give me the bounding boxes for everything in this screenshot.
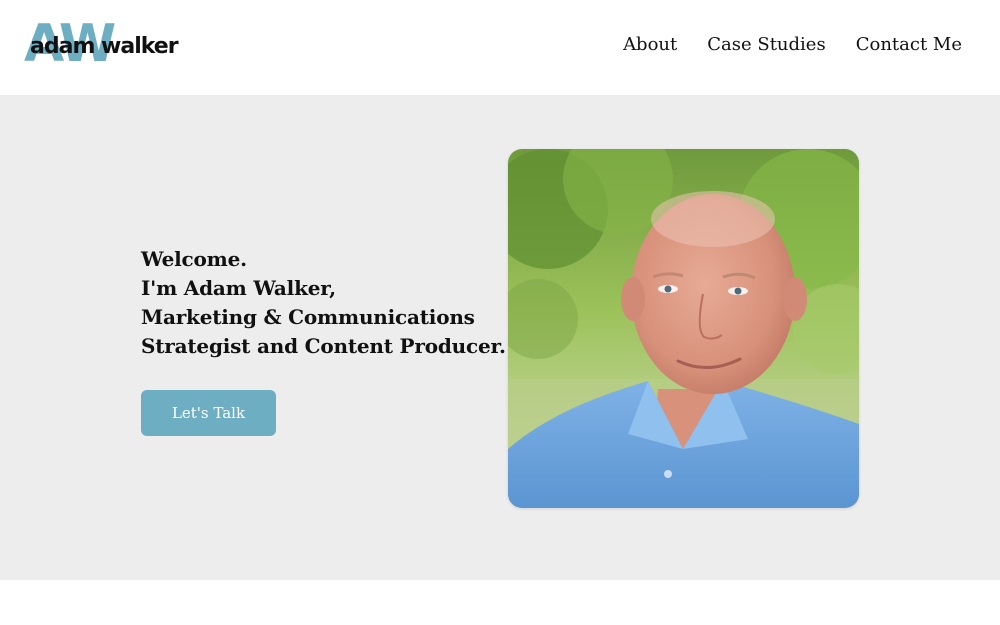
intro-line-role-1: Marketing & Communications	[141, 305, 475, 329]
main-nav: About Case Studies Contact Me	[623, 34, 962, 55]
hero-intro: Welcome. I'm Adam Walker, Marketing & Co…	[141, 245, 506, 361]
nav-link-contact-me[interactable]: Contact Me	[856, 34, 962, 55]
intro-line-role-2: Strategist and Content Producer.	[141, 334, 506, 358]
intro-line-welcome: Welcome.	[141, 247, 247, 271]
portrait-photo	[508, 149, 859, 508]
logo-name: adam walker	[30, 34, 179, 59]
hero-section: Welcome. I'm Adam Walker, Marketing & Co…	[0, 95, 1000, 580]
nav-link-about[interactable]: About	[623, 34, 677, 55]
lets-talk-button[interactable]: Let's Talk	[141, 390, 276, 436]
intro-line-name: I'm Adam Walker,	[141, 276, 336, 300]
site-header: AW adam walker About Case Studies Contac…	[0, 0, 1000, 95]
site-logo[interactable]: AW adam walker	[24, 18, 184, 72]
page-bottom-strip	[0, 580, 1000, 625]
nav-link-case-studies[interactable]: Case Studies	[707, 34, 825, 55]
